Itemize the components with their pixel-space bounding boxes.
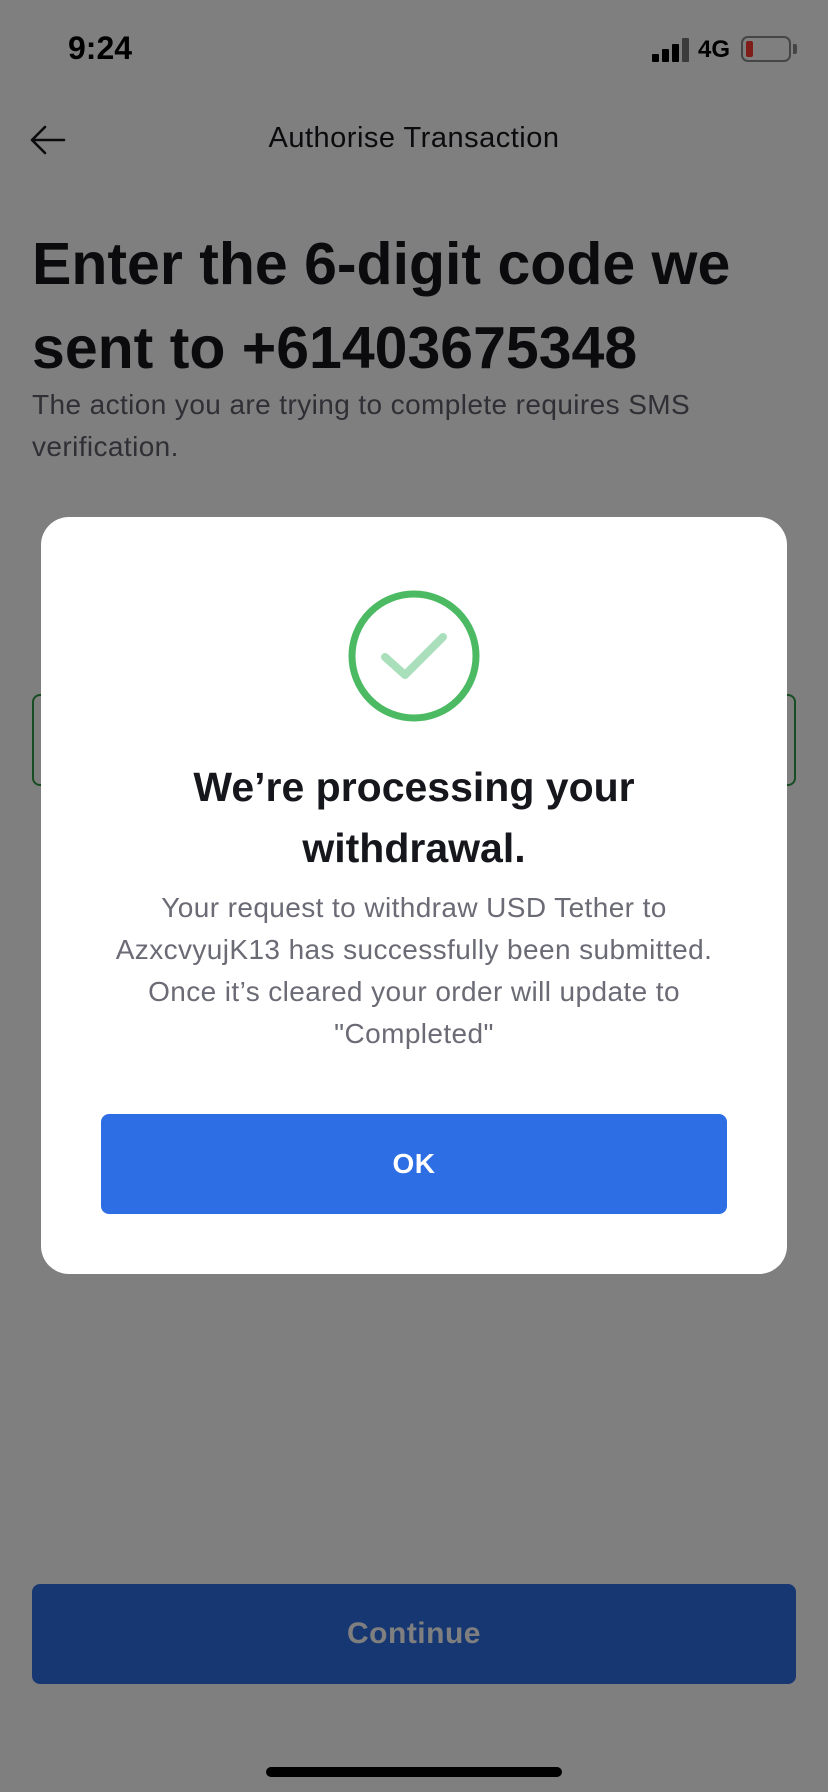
- check-circle-icon: [347, 589, 481, 723]
- dialog-title: We’re processing your withdrawal.: [193, 764, 635, 871]
- ok-button[interactable]: OK: [101, 1114, 727, 1214]
- success-dialog: We’re processing your withdrawal. Your r…: [41, 517, 787, 1274]
- dialog-message: Your request to withdraw USD Tether to A…: [115, 892, 713, 1049]
